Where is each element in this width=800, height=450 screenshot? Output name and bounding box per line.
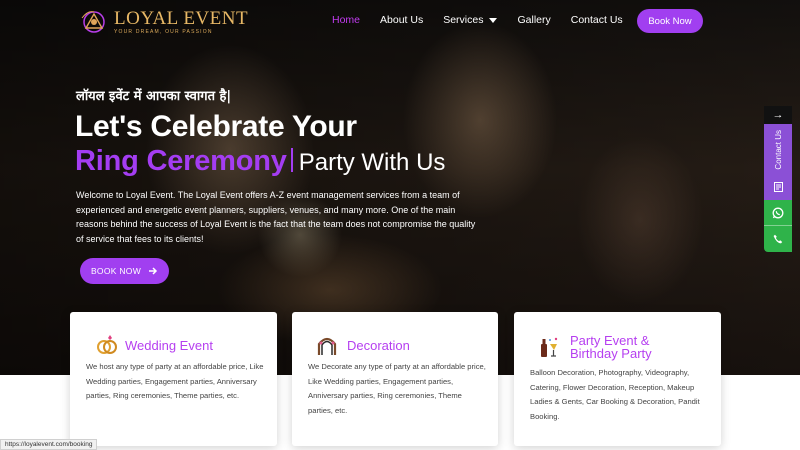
nav-home[interactable]: Home: [332, 14, 360, 26]
logo-emblem-icon: [81, 11, 105, 33]
hero-intro: Welcome to Loyal Event. The Loyal Event …: [76, 190, 476, 244]
hero-book-now-label: BOOK NOW: [90, 266, 142, 276]
card-text: We host any type of party at an affordab…: [86, 362, 264, 401]
whatsapp-icon: [772, 207, 784, 218]
caret-down-icon: [489, 17, 498, 23]
side-collapse-button[interactable]: →: [764, 106, 792, 124]
service-card-party[interactable]: Party Event & Birthday Party Balloon Dec…: [514, 312, 721, 446]
card-text: Balloon Decoration, Photography, Videogr…: [530, 368, 700, 421]
hero-subheadline: Ring Ceremony Party With Us: [75, 145, 445, 178]
nav-contact-us[interactable]: Contact Us: [571, 14, 623, 26]
hero-book-now-button[interactable]: BOOK NOW: [80, 258, 169, 284]
nav-services[interactable]: Services: [443, 14, 498, 26]
arch-icon: [317, 337, 337, 355]
main-nav: Home About Us Services Gallery Contact U…: [332, 14, 643, 26]
hindi-welcome: लॉयल इवेंट में आपका स्वागत है|: [76, 89, 232, 104]
arrow-right-icon: [149, 267, 158, 275]
phone-icon: [773, 234, 783, 244]
service-card-wedding[interactable]: Wedding Event We host any type of party …: [70, 312, 277, 446]
side-whatsapp-button[interactable]: [764, 200, 792, 226]
status-bar-url: https://loyalevent.com/booking: [0, 439, 98, 450]
book-now-button[interactable]: Book Now: [637, 9, 703, 33]
side-contact-label: Contact Us: [773, 130, 783, 170]
hero-tail: Party With Us: [298, 149, 446, 176]
arrow-right-icon: →: [772, 109, 784, 121]
typing-cursor: [290, 148, 293, 172]
rings-icon: [97, 335, 117, 354]
card-text: We Decorate any type of party at an affo…: [308, 362, 486, 415]
typed-occasion: Ring Ceremony: [75, 145, 287, 177]
nav-services-label: Services: [443, 14, 484, 26]
side-contact-button[interactable]: Contact Us: [764, 124, 792, 200]
card-title: Wedding Event: [125, 338, 213, 353]
logo-title: LOYAL EVENT: [114, 7, 249, 29]
logo-tagline: YOUR DREAM, OUR PASSION: [114, 28, 213, 35]
hero-headline: Let's Celebrate Your: [75, 110, 357, 143]
form-icon: [773, 182, 783, 192]
side-phone-button[interactable]: [764, 226, 792, 252]
nav-gallery[interactable]: Gallery: [517, 14, 550, 26]
card-title: Decoration: [347, 338, 410, 353]
nav-about-us[interactable]: About Us: [380, 14, 423, 26]
card-title: Party Event & Birthday Party: [570, 333, 652, 361]
party-drinks-icon: [541, 337, 558, 357]
site-logo[interactable]: LOYAL EVENT YOUR DREAM, OUR PASSION: [78, 8, 248, 36]
service-card-decoration[interactable]: Decoration We Decorate any type of party…: [292, 312, 498, 446]
